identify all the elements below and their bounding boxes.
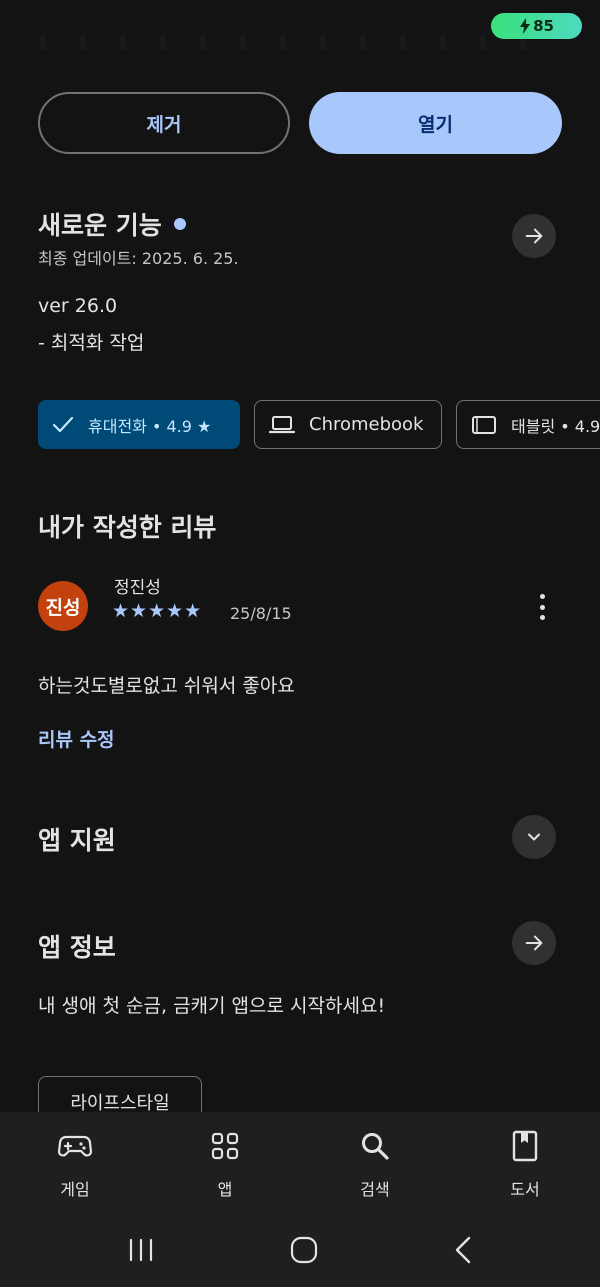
- device-chip-tablet[interactable]: 태블릿 • 4.9: [456, 400, 600, 449]
- whats-new-heading: 새로운 기능: [38, 206, 186, 242]
- release-note: - 최적화 작업: [38, 332, 145, 354]
- nav-item-games[interactable]: 게임: [25, 1130, 125, 1200]
- more-options-icon[interactable]: [532, 592, 552, 622]
- review-date: 25/8/15: [230, 604, 292, 623]
- nav-item-books[interactable]: 도서: [475, 1130, 575, 1200]
- scrolled-header-text: [40, 36, 560, 50]
- whats-new-arrow-button[interactable]: [512, 214, 556, 258]
- arrow-right-icon: [525, 228, 543, 244]
- apps-grid-icon: [211, 1132, 239, 1160]
- open-button[interactable]: 열기: [309, 92, 562, 154]
- star-rating: ★★★★★: [112, 600, 203, 622]
- whats-new-title: 새로운 기능: [38, 211, 162, 240]
- nav-label: 게임: [60, 1180, 90, 1199]
- nav-item-apps[interactable]: 앱: [175, 1130, 275, 1200]
- recent-apps-icon[interactable]: [127, 1238, 155, 1262]
- book-icon: [512, 1130, 538, 1162]
- app-info-heading: 앱 정보: [38, 933, 116, 962]
- device-chip-label: Chromebook: [309, 414, 424, 435]
- tablet-icon: [472, 415, 496, 434]
- open-button-label: 열기: [418, 113, 453, 136]
- battery-indicator: 85: [491, 13, 582, 39]
- app-support-heading: 앱 지원: [38, 826, 116, 855]
- device-chip-chromebook[interactable]: Chromebook: [254, 400, 442, 449]
- bolt-icon: [520, 18, 531, 34]
- uninstall-button[interactable]: 제거: [38, 92, 290, 154]
- chevron-down-icon: [528, 833, 540, 841]
- arrow-right-icon: [525, 935, 543, 951]
- check-icon: [52, 416, 74, 432]
- nav-label: 검색: [360, 1180, 390, 1199]
- avatar-text: 진성: [45, 596, 81, 619]
- review-text: 하는것도별로없고 쉬워서 좋아요: [38, 675, 295, 697]
- edit-review-link[interactable]: 리뷰 수정: [38, 725, 115, 752]
- app-description: 내 생애 첫 순금, 금캐기 앱으로 시작하세요!: [38, 995, 386, 1017]
- app-support-expand-button[interactable]: [512, 815, 556, 859]
- nav-item-search[interactable]: 검색: [325, 1130, 425, 1200]
- version-text: ver 26.0: [38, 295, 118, 317]
- bottom-navigation: 게임 앱 검색 도서: [0, 1112, 600, 1212]
- search-icon: [362, 1133, 389, 1160]
- my-review-heading: 내가 작성한 리뷰: [38, 513, 217, 542]
- system-navigation-bar: [0, 1212, 600, 1287]
- battery-level: 85: [533, 17, 554, 35]
- reviewer-name: 정진성: [114, 578, 161, 598]
- gamepad-icon: [58, 1135, 92, 1157]
- device-chip-label: 휴대전화 • 4.9 ★: [88, 416, 212, 436]
- app-info-arrow-button[interactable]: [512, 921, 556, 965]
- nav-label: 도서: [510, 1180, 540, 1199]
- home-icon[interactable]: [290, 1236, 318, 1264]
- last-updated: 최종 업데이트: 2025. 6. 25.: [38, 249, 239, 268]
- uninstall-button-label: 제거: [146, 113, 182, 136]
- device-chip-label: 태블릿 • 4.9: [511, 416, 600, 436]
- laptop-icon: [269, 415, 295, 433]
- avatar: 진성: [38, 581, 88, 631]
- nav-label: 앱: [217, 1180, 233, 1199]
- device-chip-phone[interactable]: 휴대전화 • 4.9 ★: [38, 400, 240, 449]
- back-icon[interactable]: [453, 1236, 473, 1264]
- new-indicator-dot: [173, 218, 186, 230]
